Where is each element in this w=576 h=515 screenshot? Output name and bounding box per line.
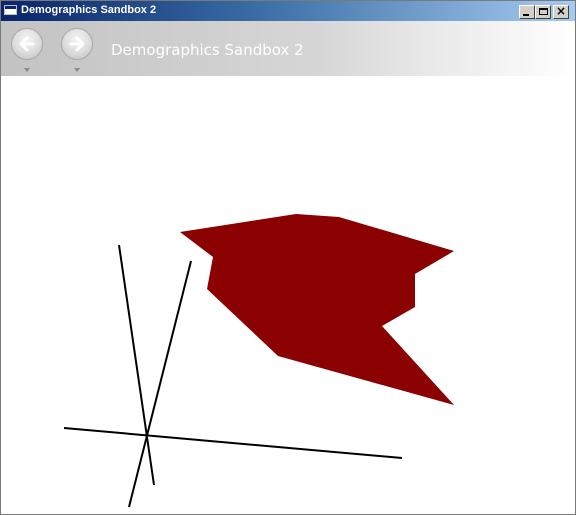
forward-arrow-icon <box>69 36 85 52</box>
scene-canvas[interactable] <box>1 76 575 514</box>
back-button[interactable] <box>11 28 43 60</box>
back-arrow-icon <box>19 36 35 52</box>
navigation-bar: Demographics Sandbox 2 <box>1 21 575 76</box>
axis-line-y <box>118 244 155 486</box>
viewport-3d[interactable] <box>1 76 575 514</box>
maximize-button[interactable] <box>535 5 551 19</box>
title-bar[interactable]: Demographics Sandbox 2 × <box>1 1 575 21</box>
maximize-icon <box>539 8 548 15</box>
page-title: Demographics Sandbox 2 <box>111 41 304 59</box>
demographics-shape[interactable] <box>180 214 454 405</box>
back-history-dropdown-icon[interactable] <box>24 68 30 72</box>
window-title: Demographics Sandbox 2 <box>21 4 157 16</box>
axis-line-x <box>63 427 403 459</box>
forward-history-dropdown-icon[interactable] <box>74 68 80 72</box>
window-icon[interactable] <box>4 5 17 15</box>
minimize-button[interactable] <box>519 5 535 19</box>
close-icon: × <box>556 4 567 18</box>
minimize-icon <box>523 14 529 16</box>
forward-button[interactable] <box>61 28 93 60</box>
application-window: Demographics Sandbox 2 × Demographics Sa… <box>0 0 576 515</box>
close-button[interactable]: × <box>553 4 569 19</box>
